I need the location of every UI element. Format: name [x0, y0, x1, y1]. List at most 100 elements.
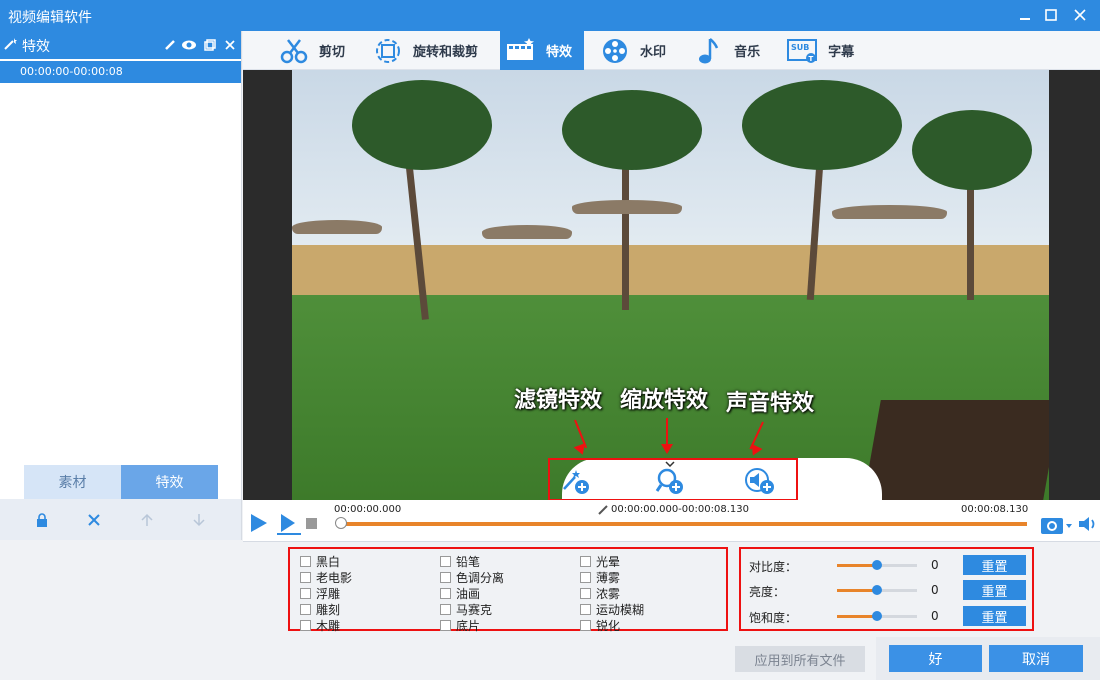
edit-icon[interactable] — [162, 37, 178, 53]
pencil-icon — [597, 504, 609, 519]
tab-label: 特效 — [546, 45, 573, 60]
timeline-track[interactable] — [340, 522, 1027, 526]
contrast-slider[interactable] — [837, 560, 917, 570]
brightness-row: 亮度： 0 重置 — [749, 580, 1029, 600]
brightness-label: 亮度： — [749, 585, 786, 599]
apply-to-all-button[interactable]: 应用到所有文件 — [735, 646, 865, 672]
tab-cut[interactable]: 剪切 — [273, 31, 357, 70]
slider-handle[interactable] — [872, 560, 882, 570]
camera-icon[interactable] — [1040, 514, 1074, 539]
filter-column: 光晕 薄雾 浓雾 运动模糊 锐化 — [580, 553, 644, 633]
tab-music[interactable]: 音乐 — [688, 31, 772, 70]
annotation-zoom-effect: 缩放特效 — [620, 388, 709, 413]
checkbox[interactable] — [300, 619, 311, 631]
saturation-slider[interactable] — [837, 611, 917, 621]
tab-effects[interactable]: 特效 — [500, 31, 585, 70]
filter-column: 黑白 老电影 浮雕 雕刻 木雕 — [300, 553, 352, 633]
tab-watermark[interactable]: 水印 — [594, 31, 678, 70]
selection-range: 00:00:00.000-00:00:08.130 — [611, 504, 749, 515]
filter-option[interactable]: 铅笔 — [440, 553, 504, 569]
minimize-icon[interactable] — [1016, 6, 1034, 24]
remove-icon[interactable] — [84, 510, 104, 530]
brightness-slider[interactable] — [837, 585, 917, 595]
annotation-filter-effect: 滤镜特效 — [514, 388, 603, 413]
filter-option[interactable]: 锐化 — [580, 617, 644, 633]
tab-effects[interactable]: 特效 — [121, 465, 218, 499]
subtitle-icon: SUB T — [786, 36, 820, 66]
checkbox[interactable] — [440, 587, 451, 599]
title-bar: 视频编辑软件 — [0, 0, 1100, 31]
checkbox[interactable] — [300, 587, 311, 599]
filter-option[interactable]: 色调分离 — [440, 569, 504, 585]
filter-option[interactable]: 薄雾 — [580, 569, 644, 585]
play-icon[interactable] — [249, 512, 269, 537]
reset-brightness-button[interactable]: 重置 — [963, 580, 1026, 600]
filter-option[interactable]: 雕刻 — [300, 601, 352, 617]
checkbox[interactable] — [300, 603, 311, 615]
brightness-value: 0 — [931, 583, 939, 597]
checkbox[interactable] — [440, 555, 451, 567]
checkbox[interactable] — [580, 571, 591, 583]
tab-subtitle[interactable]: SUB T 字幕 — [782, 31, 866, 70]
crop-rotate-icon — [371, 36, 405, 66]
filter-option[interactable]: 光晕 — [580, 553, 644, 569]
scissors-icon — [277, 36, 311, 66]
tab-label: 水印 — [640, 45, 667, 60]
timeline-start: 00:00:00.000 — [334, 504, 402, 515]
top-tabs: 剪切 旋转和裁剪 特效 水印 音乐 SUB T 字幕 — [243, 31, 1100, 70]
filter-option[interactable]: 马赛克 — [440, 601, 504, 617]
filter-option[interactable]: 浮雕 — [300, 585, 352, 601]
slider-handle[interactable] — [872, 611, 882, 621]
tab-materials[interactable]: 素材 — [24, 465, 121, 499]
filter-option[interactable]: 木雕 — [300, 617, 352, 633]
saturation-label: 饱和度： — [749, 611, 798, 625]
checkbox[interactable] — [440, 571, 451, 583]
cancel-button[interactable]: 取消 — [989, 645, 1083, 672]
maximize-icon[interactable] — [1042, 6, 1060, 24]
reset-contrast-button[interactable]: 重置 — [963, 555, 1026, 575]
wand-icon — [4, 38, 18, 53]
delete-icon[interactable] — [222, 37, 238, 53]
close-icon[interactable] — [1071, 6, 1089, 24]
reset-saturation-button[interactable]: 重置 — [963, 606, 1026, 626]
eye-icon[interactable] — [181, 37, 197, 53]
checkbox[interactable] — [580, 619, 591, 631]
add-audio-effect-button[interactable] — [743, 466, 777, 496]
lock-icon[interactable] — [32, 510, 52, 530]
add-zoom-effect-button[interactable] — [653, 466, 687, 496]
playhead-handle[interactable] — [335, 517, 347, 529]
move-down-icon[interactable] — [189, 510, 209, 530]
clip-item[interactable]: 00:00:00-00:00:08 — [0, 61, 241, 83]
tab-crop-rotate[interactable]: 旋转和裁剪 — [367, 31, 490, 70]
filter-option[interactable]: 油画 — [440, 585, 504, 601]
checkbox[interactable] — [580, 555, 591, 567]
slider-handle[interactable] — [872, 585, 882, 595]
panel-title: 特效 — [22, 39, 50, 55]
filter-option[interactable]: 底片 — [440, 617, 504, 633]
saturation-value: 0 — [931, 609, 939, 623]
filter-option[interactable]: 运动模糊 — [580, 601, 644, 617]
ok-button[interactable]: 好 — [889, 645, 982, 672]
annotation-audio-effect: 声音特效 — [726, 391, 815, 416]
play-selection-icon[interactable] — [275, 512, 301, 539]
volume-icon[interactable] — [1078, 515, 1098, 536]
copy-icon[interactable] — [202, 37, 218, 53]
filter-option[interactable]: 老电影 — [300, 569, 352, 585]
checkbox[interactable] — [300, 571, 311, 583]
checkbox[interactable] — [300, 555, 311, 567]
add-filter-effect-button[interactable] — [559, 466, 593, 496]
options-panel: 黑白 老电影 浮雕 雕刻 木雕 铅笔 色调分离 油画 马赛克 底片 光晕 薄雾 … — [0, 542, 1100, 680]
checkbox[interactable] — [440, 619, 451, 631]
checkbox[interactable] — [440, 603, 451, 615]
filter-option[interactable]: 浓雾 — [580, 585, 644, 601]
tab-label: 字幕 — [828, 45, 855, 60]
effects-panel-header: 特效 — [0, 31, 241, 59]
window-title: 视频编辑软件 — [8, 10, 92, 26]
move-up-icon[interactable] — [137, 510, 157, 530]
filter-option[interactable]: 黑白 — [300, 553, 352, 569]
checkbox[interactable] — [580, 587, 591, 599]
tab-label: 剪切 — [319, 45, 346, 60]
stop-icon[interactable] — [306, 518, 318, 533]
checkbox[interactable] — [580, 603, 591, 615]
saturation-row: 饱和度： 0 重置 — [749, 606, 1029, 626]
